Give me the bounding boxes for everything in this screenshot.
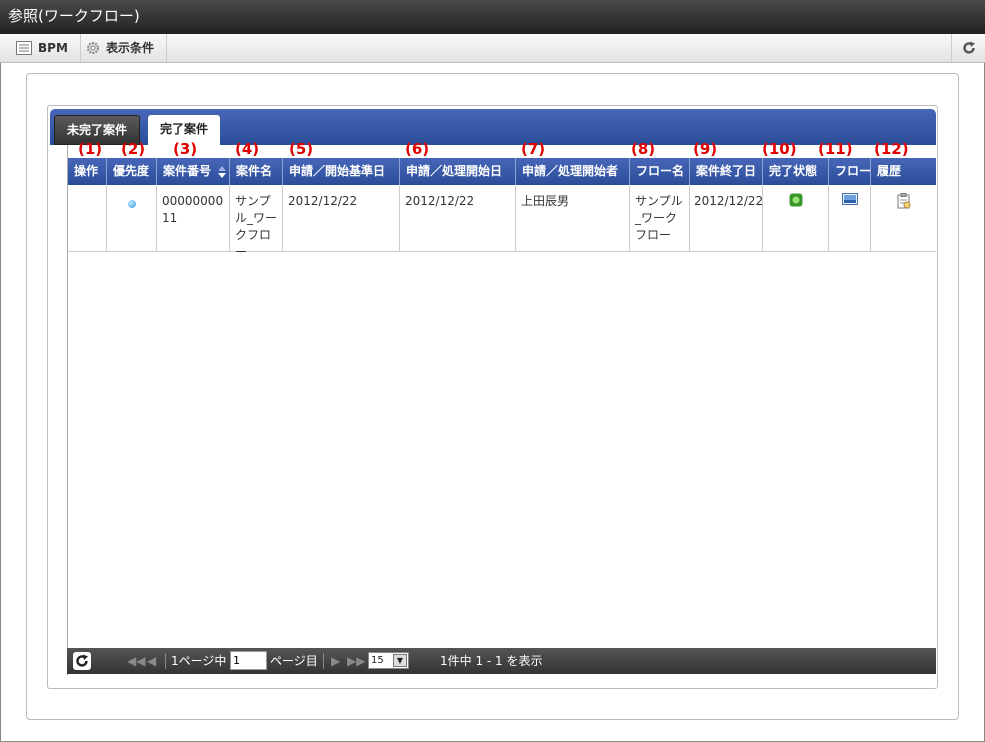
column-header-flow[interactable]: フロー <box>829 158 871 185</box>
page-number-input[interactable] <box>230 651 267 670</box>
column-header-case-number[interactable]: 案件番号 <box>157 158 230 185</box>
page-size-select[interactable]: 15 ▼ <box>368 652 409 669</box>
bpm-button[interactable]: BPM <box>8 34 81 62</box>
toolbar: BPM 表示条件 <box>0 34 985 63</box>
display-conditions-button[interactable]: 表示条件 <box>78 34 168 62</box>
annotation-8: (8) <box>631 140 656 158</box>
column-header-operation[interactable]: 操作 <box>68 158 107 185</box>
first-page-icon[interactable]: ◀◀ <box>127 648 145 674</box>
column-header-start-base-date[interactable]: 申請／開始基準日 <box>283 158 400 185</box>
annotation-1: (1) <box>78 140 103 158</box>
cell-end-date: 2012/12/22 <box>690 186 763 252</box>
annotation-10: (10) <box>762 140 797 158</box>
prev-page-icon[interactable]: ◀ <box>147 648 156 674</box>
column-header-process-starter[interactable]: 申請／処理開始者 <box>516 158 630 185</box>
annotation-5: (5) <box>289 140 314 158</box>
annotation-2: (2) <box>121 140 146 158</box>
cell-flow <box>829 186 871 252</box>
list-icon <box>16 41 32 55</box>
window-title: 参照(ワークフロー) <box>0 0 985 34</box>
annotation-7: (7) <box>521 140 546 158</box>
annotation-12: (12) <box>874 140 909 158</box>
cell-operation <box>68 186 107 252</box>
column-header-case-name[interactable]: 案件名 <box>230 158 283 185</box>
display-conditions-label: 表示条件 <box>106 41 155 55</box>
column-header-process-start-date[interactable]: 申請／処理開始日 <box>400 158 516 185</box>
cell-start-base-date: 2012/12/22 <box>283 186 400 252</box>
annotation-9: (9) <box>693 140 718 158</box>
cell-case-name: サンプル_ワークフロー <box>230 186 283 259</box>
flow-image-icon[interactable] <box>841 193 858 205</box>
pager-refresh-button[interactable] <box>73 652 91 670</box>
refresh-icon <box>76 654 88 667</box>
page-suffix-label: ページ目 <box>270 654 318 668</box>
cell-flow-name: サンプル_ワークフロー <box>630 186 690 252</box>
page-prefix-label: 1ページ中 <box>171 654 227 668</box>
column-header-end-date[interactable]: 案件終了日 <box>690 158 763 185</box>
refresh-icon <box>962 41 975 54</box>
column-header-history[interactable]: 履歴 <box>871 158 936 185</box>
annotation-6: (6) <box>405 140 430 158</box>
refresh-button[interactable] <box>951 34 985 62</box>
green-status-icon[interactable] <box>789 193 803 207</box>
cell-case-number: 0000000011 <box>157 186 230 252</box>
last-page-icon[interactable]: ▶▶ <box>347 648 365 674</box>
cell-process-start-date: 2012/12/22 <box>400 186 516 252</box>
pager-separator-2 <box>323 653 324 669</box>
case-number-header-label: 案件番号 <box>163 164 212 178</box>
cell-priority <box>107 186 157 252</box>
column-header-completion-status[interactable]: 完了状態 <box>763 158 829 185</box>
annotation-4: (4) <box>235 140 260 158</box>
column-header-priority[interactable]: 優先度 <box>107 158 157 185</box>
page-size-value: 15 <box>371 655 384 666</box>
next-page-icon[interactable]: ▶ <box>331 648 340 674</box>
annotation-11: (11) <box>818 140 853 158</box>
gear-icon <box>87 42 99 54</box>
cell-history <box>871 186 936 252</box>
column-header-flow-name[interactable]: フロー名 <box>630 158 690 185</box>
pager-bar: ◀◀ ◀ 1ページ中 ページ目 ▶ ▶▶ 15 ▼ 1件中 1 - 1 を表示 <box>67 648 936 674</box>
history-clipboard-icon[interactable] <box>897 193 911 209</box>
chevron-down-icon: ▼ <box>393 654 407 667</box>
cell-process-starter: 上田辰男 <box>516 186 630 252</box>
bpm-label: BPM <box>38 41 68 55</box>
priority-dot-icon <box>127 200 136 208</box>
pager-separator <box>165 653 166 669</box>
record-summary: 1件中 1 - 1 を表示 <box>440 654 543 668</box>
cell-completion-status <box>763 186 829 252</box>
annotation-3: (3) <box>173 140 198 158</box>
sort-arrows-icon <box>218 166 226 178</box>
